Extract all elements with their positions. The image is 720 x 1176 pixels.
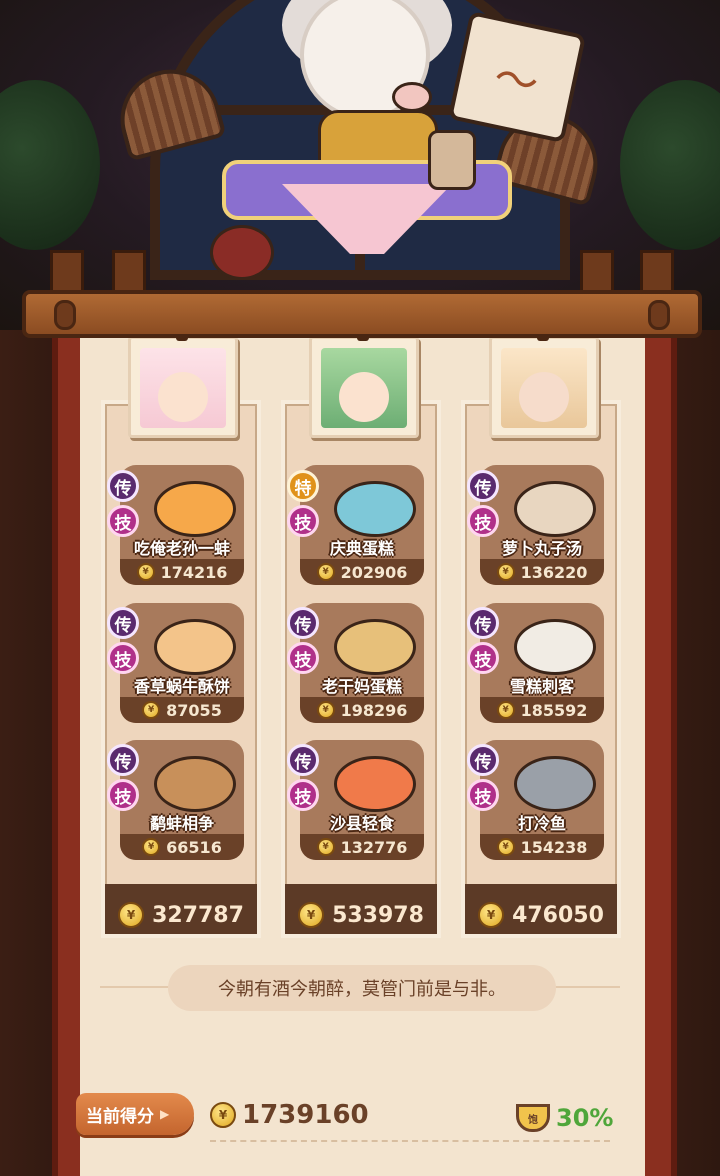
coin-icon: ¥ [316,838,335,856]
dish-score: ¥ 202906 [300,559,424,585]
chef-portrait-1[interactable] [128,323,238,438]
dish-name: 香草蜗牛酥饼 [133,677,230,696]
coin-icon: ¥ [142,701,161,719]
quote-banner: 今朝有酒今朝醉，莫管门前是与非。 [168,965,556,1011]
skill-badge: 技 [107,779,139,811]
dish-score: ¥ 154238 [480,834,604,860]
dish-name: 庆典蛋糕 [329,539,394,558]
dish-score: ¥ 185592 [480,697,604,723]
current-score-label: 当前得分 [86,1106,154,1127]
dish-image [514,481,596,537]
teapot-icon [428,130,476,190]
coin-icon: ¥ [496,838,515,856]
dish-score: ¥ 132776 [300,834,424,860]
coin-icon: ¥ [142,838,161,856]
coin-icon: ¥ [496,701,515,719]
chef-avatar [321,348,407,428]
dish-image [514,756,596,812]
skill-badge: 技 [287,505,319,537]
dish-score-value: 198296 [340,700,408,720]
bonus-rate-value: 30% [556,1104,614,1132]
dish-score: ¥ 87055 [120,697,244,723]
column-total: ¥ 476050 [465,902,617,928]
legend-badge: 传 [107,744,139,776]
chef-snout [392,82,432,112]
vase-decoration [210,225,274,280]
dish-score-value: 66516 [166,837,222,857]
special-badge: 特 [287,470,319,502]
dish-name: 鹬蚌相争 [149,814,214,833]
legend-badge: 传 [287,607,319,639]
chef-portrait-2[interactable] [309,323,419,438]
dish-image [154,756,236,812]
dish-score: ¥ 174216 [120,559,244,585]
legend-badge: 传 [467,607,499,639]
chef-portrait-3[interactable] [489,323,599,438]
play-arrow-icon: ▶ [160,1107,170,1121]
legend-badge: 传 [287,744,319,776]
bonus-bowl-icon: 饱 [516,1104,550,1132]
dish-score-value: 87055 [166,700,222,720]
dish-image [154,481,236,537]
plant-decoration [620,80,720,250]
legend-badge: 传 [467,744,499,776]
coin-icon: ¥ [316,701,335,719]
column-total-value: 327787 [152,902,244,928]
column-total: ¥ 533978 [285,902,437,928]
top-scene: 〜 [0,0,720,330]
column-total-value: 533978 [332,902,424,928]
beam-knob [648,300,670,330]
dish-name: 吃俺老孙一蚌 [133,539,230,558]
skill-badge: 技 [287,642,319,674]
coin-icon: ¥ [316,563,335,581]
dish-name: 雪糕刺客 [509,677,574,696]
dish-score: ¥ 198296 [300,697,424,723]
skill-badge: 技 [107,642,139,674]
skill-badge: 技 [107,505,139,537]
skill-badge: 技 [467,642,499,674]
dish-name: 打冷鱼 [517,814,566,833]
dish-name: 沙县轻食 [329,814,394,833]
current-score: ¥ 1739160 [210,1100,369,1130]
column-total-value: 476050 [512,902,604,928]
coin-icon: ¥ [210,1102,236,1128]
wooden-beam [22,290,702,338]
dish-name: 老干妈蛋糕 [321,677,402,696]
plant-decoration [0,80,100,250]
skill-badge: 技 [287,779,319,811]
coin-icon: ¥ [136,563,155,581]
coin-icon: ¥ [118,902,145,928]
dish-image [334,756,416,812]
chef-avatar [501,348,587,428]
dish-image [154,619,236,675]
column-total: ¥ 327787 [105,902,257,928]
dish-name: 萝卜丸子汤 [501,539,582,558]
dish-score: ¥ 66516 [120,834,244,860]
dish-score-value: 154238 [520,837,588,857]
skill-badge: 技 [467,505,499,537]
dish-image [334,619,416,675]
coin-icon: ¥ [496,563,515,581]
dish-score-value: 185592 [520,700,588,720]
dish-score-value: 136220 [520,562,588,582]
coin-icon: ¥ [298,902,325,928]
coin-icon: ¥ [478,902,505,928]
legend-badge: 传 [467,470,499,502]
beam-knob [54,300,76,330]
dish-image [514,619,596,675]
current-score-button[interactable]: 当前得分 ▶ [76,1093,194,1135]
legend-badge: 传 [107,470,139,502]
dish-image [334,481,416,537]
skill-badge: 技 [467,779,499,811]
current-score-value: 1739160 [242,1100,369,1130]
divider [210,1140,610,1142]
dish-score-value: 174216 [160,562,228,582]
dish-score-value: 202906 [340,562,408,582]
chef-avatar [140,348,226,428]
dish-score: ¥ 136220 [480,559,604,585]
legend-badge: 传 [107,607,139,639]
dish-score-value: 132776 [340,837,408,857]
bonus-rate[interactable]: 饱 30% [516,1104,613,1132]
